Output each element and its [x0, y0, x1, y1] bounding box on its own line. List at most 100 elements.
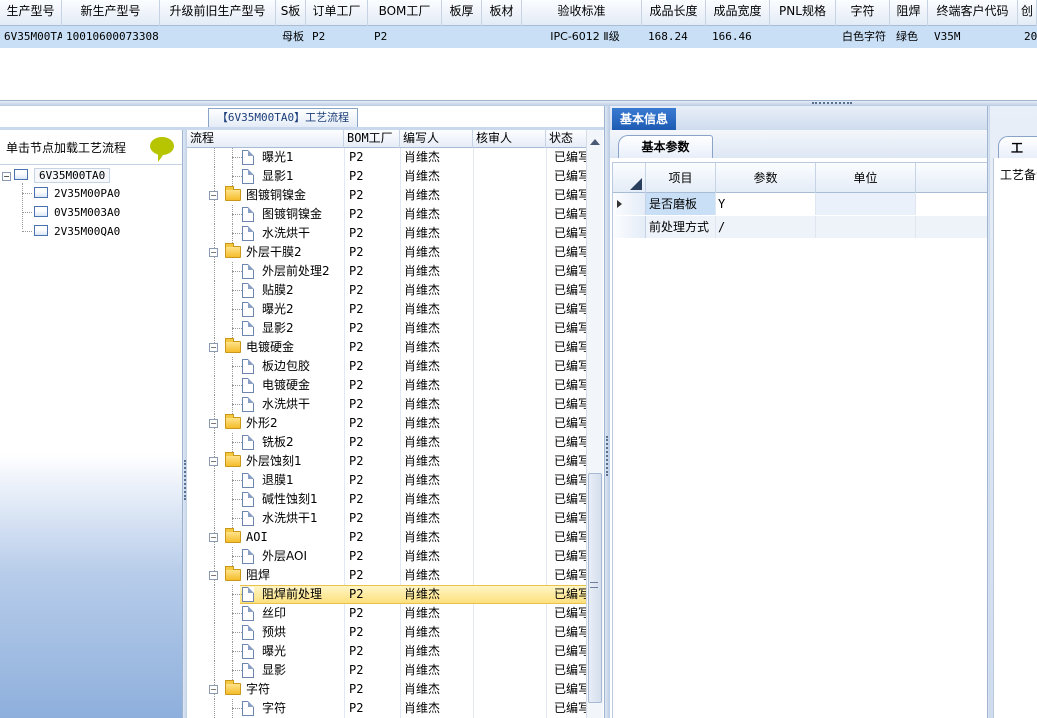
tab-basic-params[interactable]: 基本参数: [618, 135, 713, 158]
process-row[interactable]: 显影1 P2 肖维杰 已编写: [187, 167, 587, 186]
product-grid-header-cell[interactable]: 终端客户代码: [928, 0, 1018, 26]
process-row[interactable]: − 电镀硬金 P2 肖维杰 已编写: [187, 338, 587, 357]
basic-param-value[interactable]: /: [716, 216, 816, 238]
tree-collapse-icon[interactable]: −: [209, 191, 218, 200]
product-grid-header-cell[interactable]: 验收标准: [522, 0, 642, 26]
document-icon: [242, 473, 254, 488]
tree-collapse-icon[interactable]: −: [209, 533, 218, 542]
scroll-up-arrow-icon[interactable]: [590, 134, 600, 145]
product-grid-header-cell[interactable]: 新生产型号: [62, 0, 160, 26]
process-status: 已编写: [554, 359, 586, 373]
basic-param-unit[interactable]: [816, 216, 916, 238]
process-bom-factory: P2: [349, 625, 364, 639]
process-reviewer: [477, 319, 545, 338]
process-row[interactable]: 图镀铜镍金 P2 肖维杰 已编写: [187, 205, 587, 224]
process-row[interactable]: − 阻焊 P2 肖维杰 已编写: [187, 566, 587, 585]
process-row[interactable]: 显影2 P2 肖维杰 已编写: [187, 319, 587, 338]
process-row[interactable]: − 字符 P2 肖维杰 已编写: [187, 680, 587, 699]
splitter-grip-icon[interactable]: [606, 436, 609, 476]
process-row[interactable]: 碱性蚀刻1 P2 肖维杰 已编写: [187, 490, 587, 509]
process-row[interactable]: 预烘 P2 肖维杰 已编写: [187, 623, 587, 642]
tree-collapse-icon[interactable]: −: [209, 248, 218, 257]
process-reviewer: [477, 376, 545, 395]
tree-collapse-icon[interactable]: −: [209, 457, 218, 466]
process-step-name: 外层干膜2: [246, 245, 302, 259]
process-row[interactable]: 贴膜2 P2 肖维杰 已编写: [187, 281, 587, 300]
tree-guide-line: [232, 309, 242, 310]
product-grid-header-cell[interactable]: 板厚: [442, 0, 482, 26]
process-row[interactable]: − 外形2 P2 肖维杰 已编写: [187, 414, 587, 433]
process-grid-header-cell[interactable]: 编写人: [400, 130, 473, 148]
tree-node[interactable]: 2V35M00PA0: [34, 185, 120, 203]
tab-process-flow[interactable]: 【6V35M00TA0】工艺流程: [208, 108, 358, 127]
process-row[interactable]: 曝光 P2 肖维杰 已编写: [187, 642, 587, 661]
folder-icon: [225, 680, 241, 695]
tree-guide-line: [232, 594, 242, 595]
process-row[interactable]: 板边包胶 P2 肖维杰 已编写: [187, 357, 587, 376]
process-row[interactable]: 退膜1 P2 肖维杰 已编写: [187, 471, 587, 490]
process-grid-header-cell[interactable]: 核审人: [473, 130, 546, 148]
scroll-thumb[interactable]: [588, 473, 602, 703]
basic-param-value[interactable]: Y: [716, 193, 816, 215]
process-row[interactable]: 曝光1 P2 肖维杰 已编写: [187, 148, 587, 167]
product-grid-header-cell[interactable]: 字符: [836, 0, 890, 26]
basic-param-unit[interactable]: [816, 193, 916, 215]
product-grid-header-cell[interactable]: 板材: [482, 0, 522, 26]
basic-params-header-cell[interactable]: 参数: [716, 163, 816, 193]
product-grid-header-cell[interactable]: S板: [276, 0, 306, 26]
process-row[interactable]: 字符 P2 肖维杰 已编写: [187, 699, 587, 718]
product-grid-header-cell[interactable]: PNL规格: [770, 0, 836, 26]
process-reviewer: [477, 357, 545, 376]
process-grid-scrollbar[interactable]: [586, 130, 603, 718]
product-grid-header-cell[interactable]: BOM工厂: [368, 0, 442, 26]
speech-bubble-icon: [150, 137, 174, 162]
process-row[interactable]: 丝印 P2 肖维杰 已编写: [187, 604, 587, 623]
process-row[interactable]: − 外层蚀刻1 P2 肖维杰 已编写: [187, 452, 587, 471]
tree-node[interactable]: 2V35M00QA0: [34, 223, 120, 241]
product-grid-cell: [160, 26, 276, 48]
process-row[interactable]: 显影 P2 肖维杰 已编写: [187, 661, 587, 680]
product-grid-header-cell[interactable]: 升级前旧生产型号: [160, 0, 276, 26]
process-row[interactable]: 电镀硬金 P2 肖维杰 已编写: [187, 376, 587, 395]
tree-collapse-icon[interactable]: −: [209, 419, 218, 428]
basic-param-row[interactable]: 前处理方式 /: [613, 216, 989, 238]
process-row[interactable]: 水洗烘干 P2 肖维杰 已编写: [187, 395, 587, 414]
process-row[interactable]: − AOI P2 肖维杰 已编写: [187, 528, 587, 547]
process-row[interactable]: 水洗烘干 P2 肖维杰 已编写: [187, 224, 587, 243]
basic-param-row[interactable]: 是否磨板 Y: [613, 193, 989, 215]
product-grid-header-cell[interactable]: 生产型号: [0, 0, 62, 26]
process-row[interactable]: 外层AOI P2 肖维杰 已编写: [187, 547, 587, 566]
product-grid-header-cell[interactable]: 订单工厂: [306, 0, 368, 26]
process-grid-header-cell[interactable]: 流程: [187, 130, 344, 148]
product-grid-header-cell[interactable]: 阻焊: [890, 0, 928, 26]
tree-collapse-icon[interactable]: −: [209, 685, 218, 694]
process-row[interactable]: 水洗烘干1 P2 肖维杰 已编写: [187, 509, 587, 528]
tree-node-root[interactable]: − 6V35M00TA0: [2, 167, 111, 185]
product-grid-cell: 201: [1024, 30, 1037, 43]
process-row[interactable]: 曝光2 P2 肖维杰 已编写: [187, 300, 587, 319]
process-step-name: 外层蚀刻1: [246, 454, 302, 468]
tab-process-remark[interactable]: 工: [998, 136, 1037, 158]
product-grid-header-cell[interactable]: 创: [1018, 0, 1037, 26]
tree-collapse-icon[interactable]: −: [2, 172, 11, 181]
process-row[interactable]: 阻焊前处理 P2 肖维杰 已编写: [187, 585, 587, 604]
document-icon: [242, 378, 254, 393]
process-row[interactable]: 外层前处理2 P2 肖维杰 已编写: [187, 262, 587, 281]
splitter-grip-icon[interactable]: [812, 102, 852, 105]
basic-params-header-cell[interactable]: 项目: [646, 163, 716, 193]
process-bom-factory: P2: [349, 663, 364, 677]
process-grid-header-cell[interactable]: BOM工厂: [344, 130, 400, 148]
product-grid-header-cell[interactable]: 成品长度: [642, 0, 706, 26]
product-grid-selected-row[interactable]: 6V35M00TA0 10010600073308 母板 P2 P2 IPC-6012 Ⅱ…: [0, 26, 1037, 48]
tree-node[interactable]: 0V35M003A0: [34, 204, 120, 222]
process-row[interactable]: − 图镀铜镍金 P2 肖维杰 已编写: [187, 186, 587, 205]
process-row[interactable]: − 外层干膜2 P2 肖维杰 已编写: [187, 243, 587, 262]
process-row[interactable]: 铣板2 P2 肖维杰 已编写: [187, 433, 587, 452]
tree-collapse-icon[interactable]: −: [209, 343, 218, 352]
tree-collapse-icon[interactable]: −: [209, 571, 218, 580]
process-step-name: 贴膜2: [262, 283, 294, 297]
product-grid-header-cell[interactable]: 成品宽度: [706, 0, 770, 26]
tab-basic-info[interactable]: 基本信息: [612, 108, 676, 130]
basic-param-item: 前处理方式: [646, 216, 716, 238]
basic-params-header-cell[interactable]: 单位: [816, 163, 916, 193]
